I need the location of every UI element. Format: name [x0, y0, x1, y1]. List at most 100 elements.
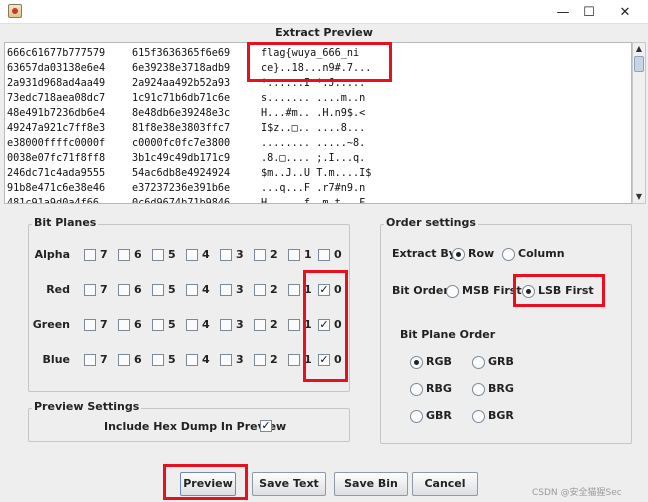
- bitplane-blue-bit7-checkbox[interactable]: [84, 354, 96, 366]
- bitplane-bit-label: 5: [168, 318, 176, 331]
- bitplane-alpha-bit6-checkbox[interactable]: [118, 249, 130, 261]
- bitplane-alpha-bit4-checkbox[interactable]: [186, 249, 198, 261]
- bitplane-blue-bit1-checkbox[interactable]: [288, 354, 300, 366]
- plane-order-brg-radio[interactable]: [472, 383, 485, 396]
- plane-order-gbr-label[interactable]: GBR: [426, 409, 452, 422]
- bitplane-bit-label: 3: [236, 283, 244, 296]
- scroll-thumb[interactable]: [634, 56, 644, 72]
- bitplane-red-bit7-checkbox[interactable]: [84, 284, 96, 296]
- bitplane-bit-label: 2: [270, 353, 278, 366]
- scroll-down-arrow-icon[interactable]: ▼: [633, 191, 645, 203]
- extract-by-row-radio[interactable]: [452, 248, 465, 261]
- bitplane-bit-label: 0: [334, 248, 342, 261]
- bitplane-bit-label: 4: [202, 353, 210, 366]
- hex-dump-checkbox[interactable]: ✓: [260, 420, 272, 432]
- bit-plane-order-label: Bit Plane Order: [400, 328, 496, 341]
- bitplane-bit-label: 1: [304, 248, 312, 261]
- plane-order-rbg-label[interactable]: RBG: [426, 382, 452, 395]
- scroll-up-arrow-icon[interactable]: ▲: [633, 43, 645, 55]
- bitplane-bit-label: 3: [236, 248, 244, 261]
- hex-dump-ascii: H......f .m.t...F: [261, 198, 366, 204]
- bit-order-label: Bit Order: [392, 284, 449, 297]
- bitplane-blue-bit5-checkbox[interactable]: [152, 354, 164, 366]
- bitplane-alpha-bit5-checkbox[interactable]: [152, 249, 164, 261]
- bitplane-bit-label: 7: [100, 353, 108, 366]
- bitplane-bit-label: 2: [270, 248, 278, 261]
- msb-first-radio[interactable]: [446, 285, 459, 298]
- plane-order-gbr-radio[interactable]: [410, 410, 423, 423]
- plane-order-grb-radio[interactable]: [472, 356, 485, 369]
- bitplane-blue-bit6-checkbox[interactable]: [118, 354, 130, 366]
- bitplane-green-bit1-checkbox[interactable]: [288, 319, 300, 331]
- bitplane-row-label-red: Red: [46, 283, 70, 296]
- bitplane-bit-label: 5: [168, 248, 176, 261]
- bitplane-green-bit6-checkbox[interactable]: [118, 319, 130, 331]
- plane-order-rbg-radio[interactable]: [410, 383, 423, 396]
- bitplane-alpha-bit1-checkbox[interactable]: [288, 249, 300, 261]
- lsb-first-highlight-box: [513, 274, 605, 307]
- bitplane-red-bit3-checkbox[interactable]: [220, 284, 232, 296]
- bitplane-red-bit2-checkbox[interactable]: [254, 284, 266, 296]
- hex-dump-hex2: 0c6d9674b71b9846: [132, 198, 231, 204]
- flag-highlight-box: [247, 42, 392, 82]
- preview-settings-title: Preview Settings: [32, 400, 142, 413]
- bit0-highlight-box: [303, 270, 348, 382]
- save-bin-button[interactable]: Save Bin: [334, 472, 408, 496]
- vertical-scrollbar[interactable]: ▲ ▼: [632, 42, 646, 204]
- bitplane-bit-label: 3: [236, 318, 244, 331]
- bitplane-bit-label: 7: [100, 318, 108, 331]
- bitplane-bit-label: 6: [134, 353, 142, 366]
- close-button[interactable]: ✕: [602, 0, 648, 24]
- plane-order-bgr-label[interactable]: BGR: [488, 409, 514, 422]
- bitplane-bit-label: 6: [134, 283, 142, 296]
- bitplane-alpha-bit7-checkbox[interactable]: [84, 249, 96, 261]
- extract-by-label: Extract By: [392, 247, 456, 260]
- preview-highlight-box: [163, 464, 248, 500]
- plane-order-bgr-radio[interactable]: [472, 410, 485, 423]
- bitplane-alpha-bit0-checkbox[interactable]: [318, 249, 330, 261]
- watermark: CSDN @安全猫猩Sec: [532, 488, 622, 498]
- extract-by-column-radio[interactable]: [502, 248, 515, 261]
- bitplane-bit-label: 7: [100, 248, 108, 261]
- order-settings-title: Order settings: [384, 216, 478, 229]
- bitplane-blue-bit3-checkbox[interactable]: [220, 354, 232, 366]
- bitplane-blue-bit2-checkbox[interactable]: [254, 354, 266, 366]
- bitplane-bit-label: 4: [202, 283, 210, 296]
- bitplane-red-bit4-checkbox[interactable]: [186, 284, 198, 296]
- bitplane-bit-label: 5: [168, 283, 176, 296]
- bitplane-green-bit3-checkbox[interactable]: [220, 319, 232, 331]
- extract-by-row-label[interactable]: Row: [468, 247, 494, 260]
- bitplane-bit-label: 4: [202, 318, 210, 331]
- bitplane-green-bit2-checkbox[interactable]: [254, 319, 266, 331]
- plane-order-grb-label[interactable]: GRB: [488, 355, 514, 368]
- save-text-button[interactable]: Save Text: [252, 472, 326, 496]
- bitplane-red-bit6-checkbox[interactable]: [118, 284, 130, 296]
- bitplane-red-bit1-checkbox[interactable]: [288, 284, 300, 296]
- bitplane-green-bit7-checkbox[interactable]: [84, 319, 96, 331]
- bitplane-blue-bit4-checkbox[interactable]: [186, 354, 198, 366]
- bitplane-bit-label: 3: [236, 353, 244, 366]
- bitplane-bit-label: 2: [270, 318, 278, 331]
- bitplane-bit-label: 6: [134, 248, 142, 261]
- bitplane-green-bit5-checkbox[interactable]: [152, 319, 164, 331]
- window-title: Extract Preview: [0, 24, 648, 42]
- bitplane-row-label-green: Green: [32, 318, 70, 331]
- plane-order-rgb-label[interactable]: RGB: [426, 355, 452, 368]
- bitplane-alpha-bit2-checkbox[interactable]: [254, 249, 266, 261]
- bit-planes-title: Bit Planes: [32, 216, 99, 229]
- title-bar: — ☐ ✕: [0, 0, 648, 24]
- plane-order-brg-label[interactable]: BRG: [488, 382, 514, 395]
- bitplane-row-label-blue: Blue: [42, 353, 70, 366]
- cancel-button[interactable]: Cancel: [412, 472, 478, 496]
- hex-dump-option-label[interactable]: Include Hex Dump In Preview: [104, 420, 286, 433]
- bitplane-bit-label: 4: [202, 248, 210, 261]
- bitplane-alpha-bit3-checkbox[interactable]: [220, 249, 232, 261]
- plane-order-rgb-radio[interactable]: [410, 356, 423, 369]
- bitplane-bit-label: 7: [100, 283, 108, 296]
- hex-dump-hex1: 481c91a9d0a4f66: [7, 198, 100, 204]
- bitplane-green-bit4-checkbox[interactable]: [186, 319, 198, 331]
- bitplane-red-bit5-checkbox[interactable]: [152, 284, 164, 296]
- bitplane-row-label-alpha: Alpha: [34, 248, 70, 261]
- bitplane-bit-label: 6: [134, 318, 142, 331]
- extract-by-column-label[interactable]: Column: [518, 247, 565, 260]
